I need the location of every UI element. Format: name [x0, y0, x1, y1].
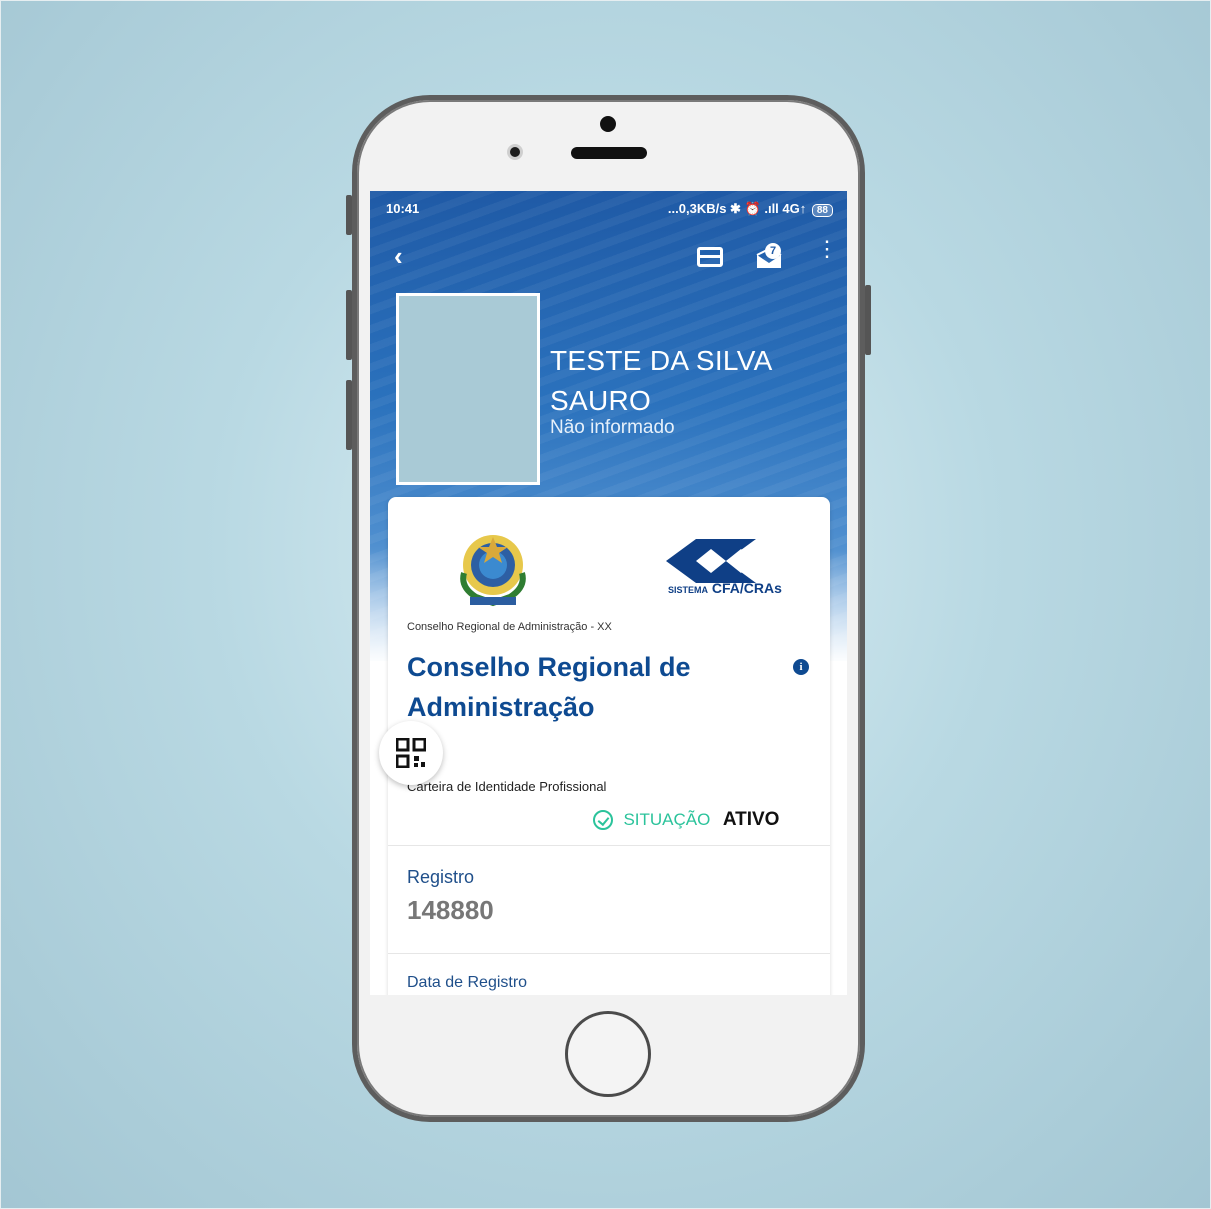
- profile-name-line1: TESTE DA SILVA: [550, 345, 773, 376]
- profile-subtitle: Não informado: [550, 417, 675, 438]
- data-registro-label: Data de Registro: [407, 974, 528, 991]
- earpiece-speaker: [571, 147, 647, 159]
- council-title: Conselho Regional de Administração: [407, 652, 691, 722]
- battery-icon: 88: [811, 204, 833, 217]
- status-bar: 10:41 ...0,3KB/s ✱ ⏰ .ıll 4G↑ 88: [370, 191, 847, 227]
- back-button[interactable]: ‹: [394, 243, 403, 269]
- carteira-label: Carteira de Identidade Profissional: [407, 779, 607, 794]
- front-camera: [600, 116, 616, 132]
- proximity-sensor: [507, 144, 523, 160]
- toolbar: ‹ 7 ⋮: [370, 237, 847, 277]
- registro-label: Registro: [407, 867, 475, 887]
- profile-name-line2: SAURO: [550, 385, 652, 416]
- profile-photo: [396, 293, 540, 485]
- qr-code-button[interactable]: [379, 721, 443, 785]
- qr-code-icon: [396, 738, 426, 768]
- check-circle-icon: [593, 810, 613, 830]
- status-indicators: ...0,3KB/s ✱ ⏰ .ıll 4G↑ 88: [668, 201, 833, 217]
- status-time: 10:41: [386, 201, 420, 216]
- status-value: ATIVO: [722, 809, 780, 830]
- brazil-coat-of-arms-icon: [460, 535, 526, 607]
- more-vertical-icon[interactable]: ⋮: [816, 238, 838, 269]
- status-label: SITUAÇÃO: [623, 810, 711, 829]
- cfa-logo-text: SISTEMA CFA/CRAs: [668, 580, 782, 596]
- phone-power-button: [865, 285, 871, 355]
- id-card: SISTEMA CFA/CRAs Conselho Regional de Ad…: [388, 497, 830, 995]
- divider: [388, 953, 830, 954]
- divider: [388, 845, 830, 846]
- council-small-label: Conselho Regional de Administração - XX: [407, 621, 612, 633]
- cfa-logo-small: SISTEMA: [668, 585, 709, 595]
- credit-card-icon[interactable]: [697, 247, 723, 267]
- profile-name: TESTE DA SILVA SAURO: [550, 341, 830, 421]
- status-row: SITUAÇÃO ATIVO: [593, 809, 779, 831]
- cfa-logo-big: CFA/CRAs: [711, 580, 782, 596]
- app-screen: 10:41 ...0,3KB/s ✱ ⏰ .ıll 4G↑ 88 ‹ 7 ⋮ T…: [370, 191, 847, 995]
- info-icon[interactable]: i: [793, 659, 809, 675]
- home-button[interactable]: [565, 1011, 651, 1097]
- mail-badge: 7: [765, 243, 781, 259]
- registro-value: 148880: [407, 895, 494, 925]
- mail-button[interactable]: 7: [755, 243, 783, 269]
- network-indicators: ...0,3KB/s ✱ ⏰ .ıll 4G↑: [667, 201, 807, 216]
